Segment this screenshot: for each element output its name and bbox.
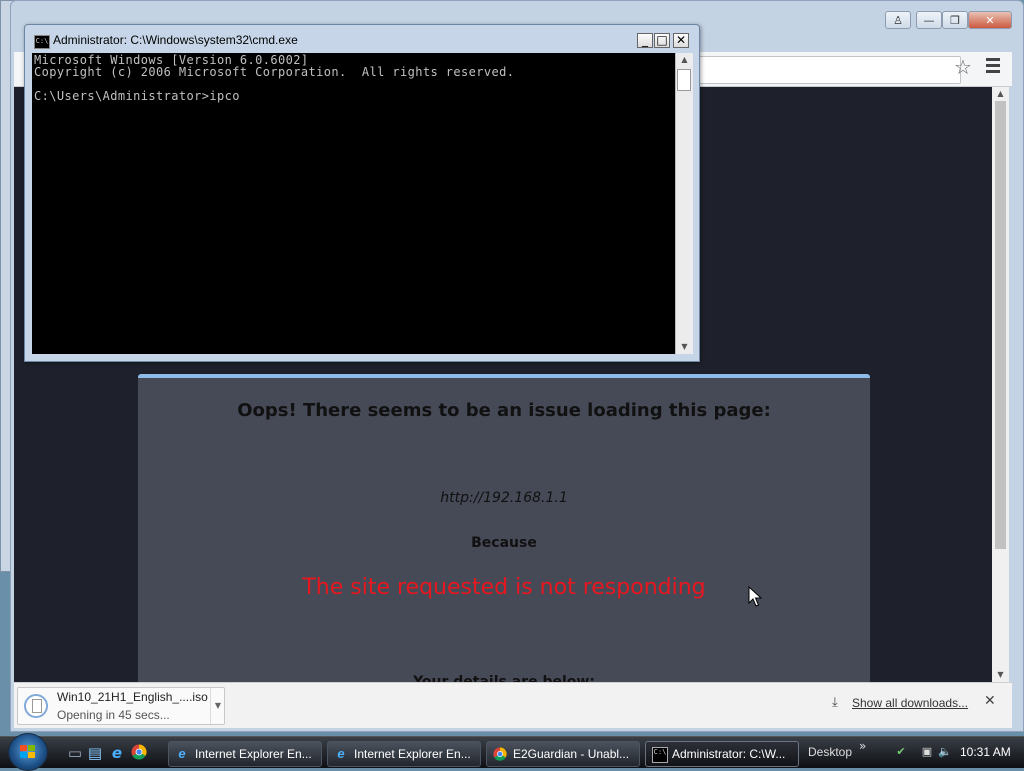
error-url: http://192.168.1.1 xyxy=(440,490,568,506)
cmd-scroll-thumb[interactable] xyxy=(677,69,691,91)
desktop-toolbar-label[interactable]: Desktop xyxy=(808,745,852,759)
download-status: Opening in 45 secs... xyxy=(57,708,170,722)
minimize-icon: _ xyxy=(642,33,648,47)
cmd-console[interactable]: Microsoft Windows [Version 6.0.6002] Cop… xyxy=(32,53,675,354)
chrome-icon[interactable] xyxy=(130,744,148,762)
user-profile-button[interactable]: ♙ xyxy=(885,11,911,29)
cmd-maximize-button[interactable]: □ xyxy=(654,33,670,48)
show-all-downloads-link[interactable]: Show all downloads... xyxy=(852,696,968,710)
taskbar: ▭ ▤ e e Internet Explorer En... e Intern… xyxy=(0,733,1024,771)
cmd-minimize-button[interactable]: _ xyxy=(637,33,653,48)
maximize-button[interactable]: ❐ xyxy=(942,11,968,29)
network-icon[interactable]: ▣ xyxy=(920,745,934,759)
minimize-icon: — xyxy=(923,14,935,27)
cmd-close-button[interactable]: ✕ xyxy=(673,33,689,48)
download-item[interactable]: Win10_21H1_English_....iso Opening in 45… xyxy=(17,687,225,725)
scroll-down-arrow-icon[interactable]: ▼ xyxy=(992,668,1009,682)
error-heading: Oops! There seems to be an issue loading… xyxy=(237,400,771,421)
download-menu-chevron-icon[interactable]: ▼ xyxy=(210,688,225,724)
taskbar-item-ie-1[interactable]: e Internet Explorer En... xyxy=(168,741,322,767)
clock[interactable]: 10:31 AM xyxy=(960,745,1011,759)
volume-muted-icon[interactable]: 🔈 xyxy=(938,745,952,759)
security-shield-icon[interactable]: ✔ xyxy=(894,745,908,759)
scroll-up-arrow-icon[interactable]: ▲ xyxy=(992,87,1009,101)
file-icon xyxy=(24,694,48,718)
download-arrow-icon: ⤓ xyxy=(832,695,838,710)
internet-explorer-icon[interactable]: e xyxy=(108,744,126,762)
details-label: Your details are below: xyxy=(413,674,595,682)
address-bar[interactable] xyxy=(690,56,961,84)
page-scrollbar[interactable]: ▲ ▼ xyxy=(992,87,1009,682)
chevron-right-icon[interactable]: » xyxy=(859,739,866,753)
windows-logo-icon xyxy=(20,745,36,759)
scroll-up-arrow-icon[interactable]: ▲ xyxy=(676,53,693,67)
download-file-name: Win10_21H1_English_....iso xyxy=(57,690,208,704)
taskbar-item-label: Internet Explorer En... xyxy=(195,747,312,761)
start-button[interactable] xyxy=(8,733,48,771)
switch-windows-icon[interactable]: ▤ xyxy=(86,744,104,762)
cmd-window-title: Administrator: C:\Windows\system32\cmd.e… xyxy=(53,33,298,47)
user-icon: ♙ xyxy=(893,14,903,27)
close-icon: ✕ xyxy=(985,14,995,27)
taskbar-item-label: Internet Explorer En... xyxy=(354,747,471,761)
scroll-thumb[interactable] xyxy=(995,101,1006,549)
taskbar-item-label: E2Guardian - Unabl... xyxy=(513,747,630,761)
scroll-down-arrow-icon[interactable]: ▼ xyxy=(676,340,693,354)
mouse-cursor-icon xyxy=(748,586,762,607)
chrome-menu-icon[interactable] xyxy=(986,58,1000,76)
taskbar-item-ie-2[interactable]: e Internet Explorer En... xyxy=(327,741,481,767)
taskbar-item-cmd[interactable]: C:\ Administrator: C:\W... xyxy=(645,741,799,767)
cmd-icon: C:\ xyxy=(652,747,668,763)
maximize-icon: □ xyxy=(656,33,668,47)
internet-explorer-icon: e xyxy=(178,746,186,761)
taskbar-item-label: Administrator: C:\W... xyxy=(672,747,786,761)
minimize-button[interactable]: — xyxy=(916,11,942,29)
because-label: Because xyxy=(471,535,537,551)
restore-icon: ❐ xyxy=(950,14,960,27)
error-card: Oops! There seems to be an issue loading… xyxy=(138,374,870,682)
taskbar-item-chrome[interactable]: E2Guardian - Unabl... xyxy=(486,741,640,767)
cmd-icon: C:\ xyxy=(34,35,50,49)
close-download-bar-icon[interactable]: ✕ xyxy=(984,693,996,709)
cmd-output: Microsoft Windows [Version 6.0.6002] Cop… xyxy=(34,53,515,103)
chrome-icon xyxy=(493,747,507,761)
cmd-window: C:\ Administrator: C:\Windows\system32\c… xyxy=(24,24,700,362)
close-icon: ✕ xyxy=(675,33,687,47)
bookmark-star-icon[interactable]: ☆ xyxy=(954,55,972,79)
download-bar: Win10_21H1_English_....iso Opening in 45… xyxy=(14,682,1012,728)
cmd-scrollbar[interactable]: ▲ ▼ xyxy=(675,53,693,354)
close-button[interactable]: ✕ xyxy=(968,11,1012,29)
internet-explorer-icon: e xyxy=(337,746,345,761)
show-desktop-icon[interactable]: ▭ xyxy=(66,744,84,762)
